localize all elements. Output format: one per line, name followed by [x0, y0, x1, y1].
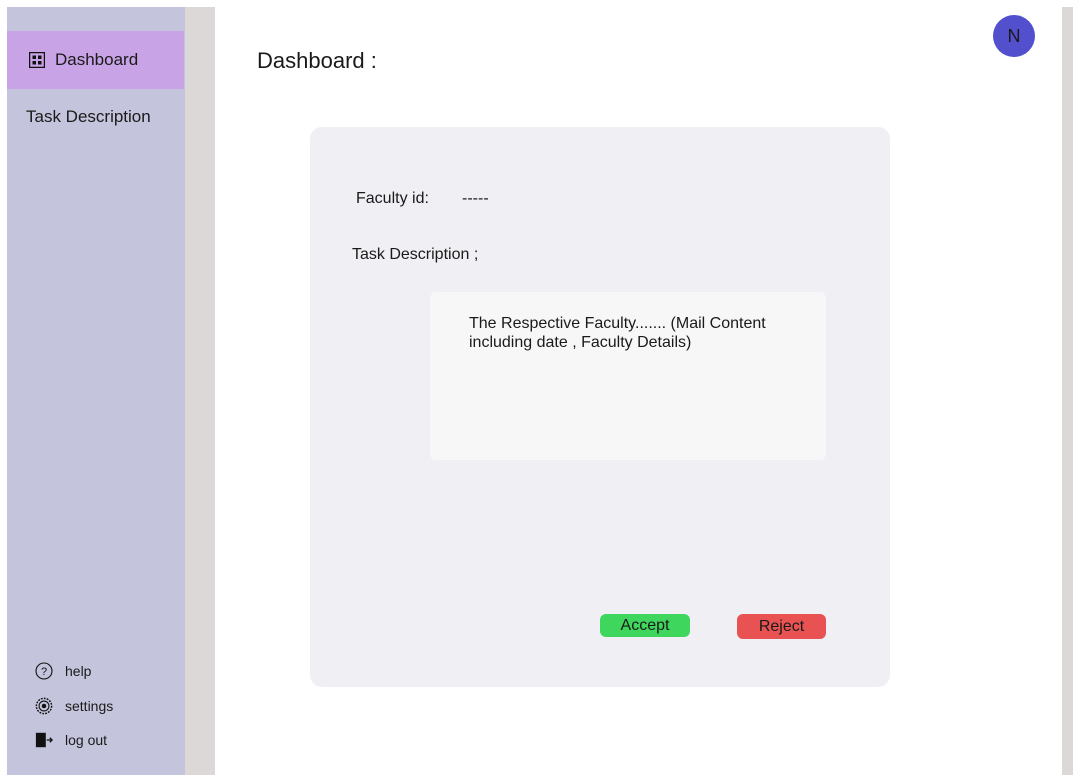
task-description-label: Task Description ;	[352, 246, 479, 263]
help-icon: ?	[35, 662, 53, 680]
sidebar-item-help[interactable]: ? help	[35, 662, 91, 680]
faculty-id-value: -----	[462, 190, 489, 207]
gear-icon	[35, 697, 53, 715]
page-title: Dashboard :	[257, 48, 377, 73]
scrollbar[interactable]	[1062, 7, 1073, 775]
help-label: help	[65, 663, 92, 679]
reject-button[interactable]: Reject	[737, 614, 826, 639]
sidebar-item-label: Task Description	[26, 107, 151, 126]
divider	[185, 7, 215, 775]
sidebar-item-settings[interactable]: settings	[35, 697, 113, 715]
sidebar-item-dashboard[interactable]: Dashboard	[7, 31, 184, 89]
sidebar-item-logout[interactable]: log out	[35, 731, 107, 749]
sidebar-item-task-description[interactable]: Task Description	[7, 88, 184, 146]
settings-label: settings	[65, 698, 114, 714]
logout-label: log out	[65, 732, 108, 748]
grid-icon	[29, 52, 45, 68]
accept-button[interactable]: Accept	[600, 614, 690, 637]
sidebar-item-label: Dashboard	[55, 50, 139, 69]
svg-text:?: ?	[41, 666, 47, 678]
logout-icon	[35, 731, 53, 749]
mail-content-text: The Respective Faculty....... (Mail Cont…	[469, 315, 766, 351]
faculty-id-label: Faculty id:	[356, 190, 429, 207]
avatar[interactable]: N	[993, 15, 1035, 57]
